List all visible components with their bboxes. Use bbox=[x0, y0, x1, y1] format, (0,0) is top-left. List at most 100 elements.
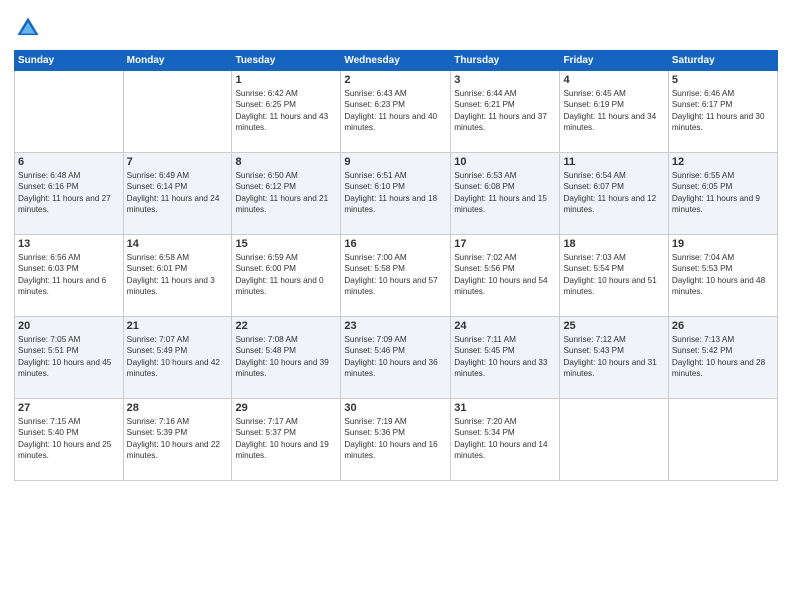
day-info: Sunrise: 6:55 AMSunset: 6:05 PMDaylight:… bbox=[672, 170, 774, 216]
calendar-cell: 24 Sunrise: 7:11 AMSunset: 5:45 PMDaylig… bbox=[451, 317, 560, 399]
day-number: 22 bbox=[235, 320, 337, 332]
day-of-week-header: Sunday bbox=[15, 51, 124, 71]
day-number: 28 bbox=[127, 402, 229, 414]
logo-icon bbox=[14, 14, 42, 42]
day-of-week-header: Monday bbox=[123, 51, 232, 71]
logo bbox=[14, 14, 46, 42]
day-info: Sunrise: 7:12 AMSunset: 5:43 PMDaylight:… bbox=[563, 334, 664, 380]
day-number: 31 bbox=[454, 402, 556, 414]
calendar-cell: 22 Sunrise: 7:08 AMSunset: 5:48 PMDaylig… bbox=[232, 317, 341, 399]
day-of-week-header: Wednesday bbox=[341, 51, 451, 71]
day-of-week-header: Friday bbox=[560, 51, 668, 71]
day-number: 23 bbox=[344, 320, 447, 332]
calendar-week-row: 20 Sunrise: 7:05 AMSunset: 5:51 PMDaylig… bbox=[15, 317, 778, 399]
calendar-week-row: 6 Sunrise: 6:48 AMSunset: 6:16 PMDayligh… bbox=[15, 153, 778, 235]
day-info: Sunrise: 6:54 AMSunset: 6:07 PMDaylight:… bbox=[563, 170, 664, 216]
day-number: 11 bbox=[563, 156, 664, 168]
day-info: Sunrise: 6:43 AMSunset: 6:23 PMDaylight:… bbox=[344, 88, 447, 134]
calendar-cell: 16 Sunrise: 7:00 AMSunset: 5:58 PMDaylig… bbox=[341, 235, 451, 317]
day-info: Sunrise: 7:03 AMSunset: 5:54 PMDaylight:… bbox=[563, 252, 664, 298]
day-number: 15 bbox=[235, 238, 337, 250]
day-number: 10 bbox=[454, 156, 556, 168]
calendar-cell: 17 Sunrise: 7:02 AMSunset: 5:56 PMDaylig… bbox=[451, 235, 560, 317]
day-info: Sunrise: 6:45 AMSunset: 6:19 PMDaylight:… bbox=[563, 88, 664, 134]
calendar-cell: 7 Sunrise: 6:49 AMSunset: 6:14 PMDayligh… bbox=[123, 153, 232, 235]
day-number: 25 bbox=[563, 320, 664, 332]
day-number: 16 bbox=[344, 238, 447, 250]
calendar-cell: 20 Sunrise: 7:05 AMSunset: 5:51 PMDaylig… bbox=[15, 317, 124, 399]
day-info: Sunrise: 7:15 AMSunset: 5:40 PMDaylight:… bbox=[18, 416, 120, 462]
calendar-cell: 6 Sunrise: 6:48 AMSunset: 6:16 PMDayligh… bbox=[15, 153, 124, 235]
day-info: Sunrise: 6:46 AMSunset: 6:17 PMDaylight:… bbox=[672, 88, 774, 134]
calendar-cell: 2 Sunrise: 6:43 AMSunset: 6:23 PMDayligh… bbox=[341, 71, 451, 153]
calendar-cell: 8 Sunrise: 6:50 AMSunset: 6:12 PMDayligh… bbox=[232, 153, 341, 235]
calendar-cell: 5 Sunrise: 6:46 AMSunset: 6:17 PMDayligh… bbox=[668, 71, 777, 153]
day-number: 20 bbox=[18, 320, 120, 332]
day-info: Sunrise: 6:48 AMSunset: 6:16 PMDaylight:… bbox=[18, 170, 120, 216]
day-number: 19 bbox=[672, 238, 774, 250]
day-number: 24 bbox=[454, 320, 556, 332]
day-number: 29 bbox=[235, 402, 337, 414]
day-info: Sunrise: 7:17 AMSunset: 5:37 PMDaylight:… bbox=[235, 416, 337, 462]
day-info: Sunrise: 7:00 AMSunset: 5:58 PMDaylight:… bbox=[344, 252, 447, 298]
calendar-cell: 18 Sunrise: 7:03 AMSunset: 5:54 PMDaylig… bbox=[560, 235, 668, 317]
day-info: Sunrise: 6:56 AMSunset: 6:03 PMDaylight:… bbox=[18, 252, 120, 298]
day-number: 12 bbox=[672, 156, 774, 168]
page: SundayMondayTuesdayWednesdayThursdayFrid… bbox=[0, 0, 792, 612]
calendar-cell: 23 Sunrise: 7:09 AMSunset: 5:46 PMDaylig… bbox=[341, 317, 451, 399]
day-number: 6 bbox=[18, 156, 120, 168]
day-number: 14 bbox=[127, 238, 229, 250]
calendar-cell: 29 Sunrise: 7:17 AMSunset: 5:37 PMDaylig… bbox=[232, 399, 341, 481]
calendar-cell: 27 Sunrise: 7:15 AMSunset: 5:40 PMDaylig… bbox=[15, 399, 124, 481]
calendar-cell: 13 Sunrise: 6:56 AMSunset: 6:03 PMDaylig… bbox=[15, 235, 124, 317]
day-number: 21 bbox=[127, 320, 229, 332]
day-info: Sunrise: 7:08 AMSunset: 5:48 PMDaylight:… bbox=[235, 334, 337, 380]
day-number: 4 bbox=[563, 74, 664, 86]
calendar-week-row: 1 Sunrise: 6:42 AMSunset: 6:25 PMDayligh… bbox=[15, 71, 778, 153]
day-info: Sunrise: 7:04 AMSunset: 5:53 PMDaylight:… bbox=[672, 252, 774, 298]
day-number: 26 bbox=[672, 320, 774, 332]
calendar-cell: 11 Sunrise: 6:54 AMSunset: 6:07 PMDaylig… bbox=[560, 153, 668, 235]
day-info: Sunrise: 7:20 AMSunset: 5:34 PMDaylight:… bbox=[454, 416, 556, 462]
calendar-header-row: SundayMondayTuesdayWednesdayThursdayFrid… bbox=[15, 51, 778, 71]
calendar-cell bbox=[668, 399, 777, 481]
calendar-cell: 15 Sunrise: 6:59 AMSunset: 6:00 PMDaylig… bbox=[232, 235, 341, 317]
day-number: 8 bbox=[235, 156, 337, 168]
day-number: 5 bbox=[672, 74, 774, 86]
calendar-week-row: 27 Sunrise: 7:15 AMSunset: 5:40 PMDaylig… bbox=[15, 399, 778, 481]
calendar-cell: 19 Sunrise: 7:04 AMSunset: 5:53 PMDaylig… bbox=[668, 235, 777, 317]
day-number: 1 bbox=[235, 74, 337, 86]
day-info: Sunrise: 6:51 AMSunset: 6:10 PMDaylight:… bbox=[344, 170, 447, 216]
day-info: Sunrise: 7:09 AMSunset: 5:46 PMDaylight:… bbox=[344, 334, 447, 380]
day-of-week-header: Saturday bbox=[668, 51, 777, 71]
calendar-cell: 3 Sunrise: 6:44 AMSunset: 6:21 PMDayligh… bbox=[451, 71, 560, 153]
day-info: Sunrise: 6:49 AMSunset: 6:14 PMDaylight:… bbox=[127, 170, 229, 216]
day-info: Sunrise: 6:42 AMSunset: 6:25 PMDaylight:… bbox=[235, 88, 337, 134]
day-number: 3 bbox=[454, 74, 556, 86]
day-info: Sunrise: 7:13 AMSunset: 5:42 PMDaylight:… bbox=[672, 334, 774, 380]
day-info: Sunrise: 7:07 AMSunset: 5:49 PMDaylight:… bbox=[127, 334, 229, 380]
calendar-table: SundayMondayTuesdayWednesdayThursdayFrid… bbox=[14, 50, 778, 481]
calendar-cell bbox=[15, 71, 124, 153]
calendar-cell: 1 Sunrise: 6:42 AMSunset: 6:25 PMDayligh… bbox=[232, 71, 341, 153]
calendar-cell bbox=[123, 71, 232, 153]
day-info: Sunrise: 6:50 AMSunset: 6:12 PMDaylight:… bbox=[235, 170, 337, 216]
calendar-cell: 4 Sunrise: 6:45 AMSunset: 6:19 PMDayligh… bbox=[560, 71, 668, 153]
calendar-cell: 25 Sunrise: 7:12 AMSunset: 5:43 PMDaylig… bbox=[560, 317, 668, 399]
day-number: 17 bbox=[454, 238, 556, 250]
calendar-cell: 26 Sunrise: 7:13 AMSunset: 5:42 PMDaylig… bbox=[668, 317, 777, 399]
day-of-week-header: Thursday bbox=[451, 51, 560, 71]
day-info: Sunrise: 6:58 AMSunset: 6:01 PMDaylight:… bbox=[127, 252, 229, 298]
day-number: 7 bbox=[127, 156, 229, 168]
calendar-cell: 21 Sunrise: 7:07 AMSunset: 5:49 PMDaylig… bbox=[123, 317, 232, 399]
calendar-cell: 10 Sunrise: 6:53 AMSunset: 6:08 PMDaylig… bbox=[451, 153, 560, 235]
day-number: 18 bbox=[563, 238, 664, 250]
day-info: Sunrise: 7:05 AMSunset: 5:51 PMDaylight:… bbox=[18, 334, 120, 380]
day-info: Sunrise: 6:44 AMSunset: 6:21 PMDaylight:… bbox=[454, 88, 556, 134]
day-info: Sunrise: 7:16 AMSunset: 5:39 PMDaylight:… bbox=[127, 416, 229, 462]
day-number: 30 bbox=[344, 402, 447, 414]
calendar-cell: 28 Sunrise: 7:16 AMSunset: 5:39 PMDaylig… bbox=[123, 399, 232, 481]
calendar-cell: 12 Sunrise: 6:55 AMSunset: 6:05 PMDaylig… bbox=[668, 153, 777, 235]
calendar-cell: 30 Sunrise: 7:19 AMSunset: 5:36 PMDaylig… bbox=[341, 399, 451, 481]
day-number: 9 bbox=[344, 156, 447, 168]
